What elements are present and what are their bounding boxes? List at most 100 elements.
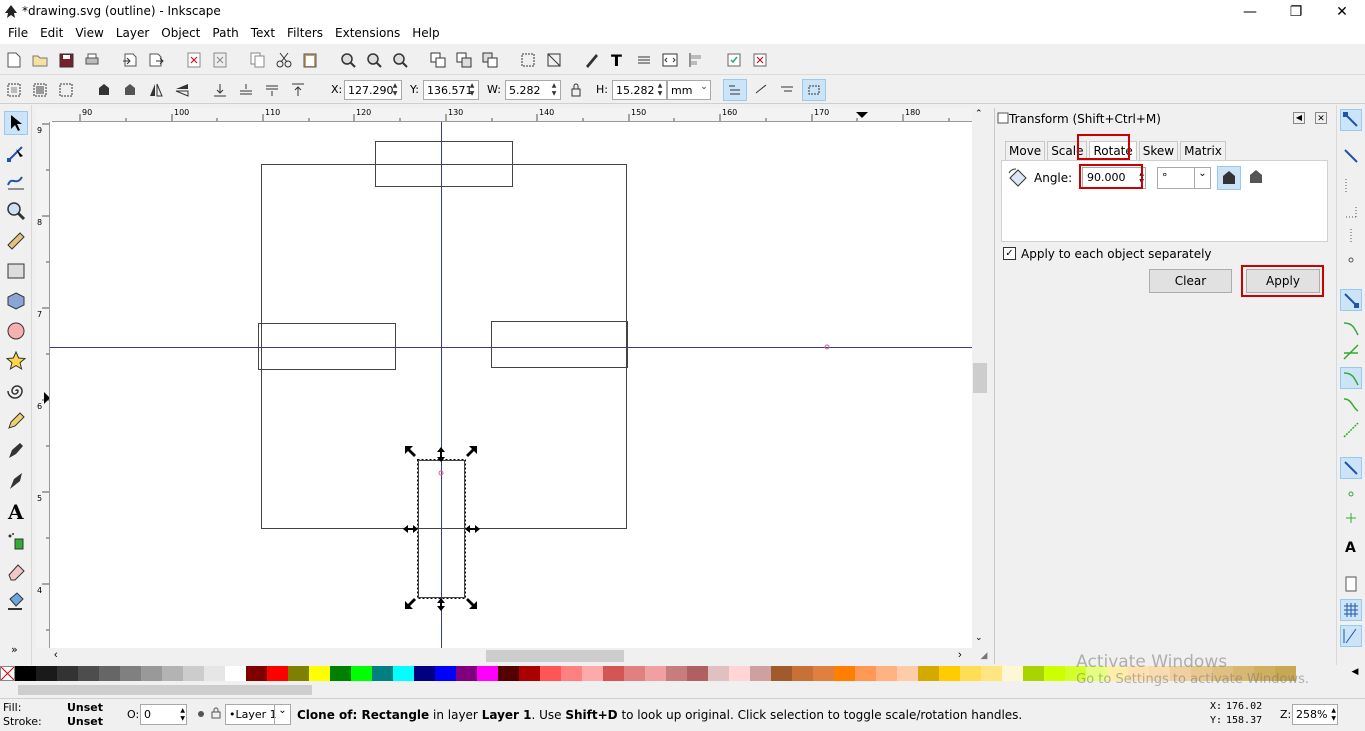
scale-corners-toggle[interactable] bbox=[750, 79, 774, 101]
color-swatch[interactable] bbox=[225, 666, 246, 681]
horizontal-ruler[interactable]: 90 100 110 120 130 140 150 160 170 180 bbox=[52, 108, 972, 122]
color-swatch[interactable] bbox=[813, 666, 834, 681]
zoom-selection-icon[interactable] bbox=[338, 50, 358, 70]
lock-icon[interactable] bbox=[566, 80, 586, 100]
color-swatch[interactable] bbox=[750, 666, 771, 681]
layer-select[interactable]: •Layer 1 ⌄ bbox=[225, 704, 291, 725]
color-swatch[interactable] bbox=[561, 666, 582, 681]
color-swatch[interactable] bbox=[519, 666, 540, 681]
drawing-canvas[interactable] bbox=[50, 122, 972, 648]
new-document-icon[interactable] bbox=[4, 50, 24, 70]
angle-unit-select[interactable]: ° ⌄ bbox=[1157, 167, 1211, 189]
color-swatch[interactable] bbox=[645, 666, 666, 681]
ellipse-tool-icon[interactable] bbox=[4, 319, 28, 343]
layer-lock-icon[interactable] bbox=[211, 707, 221, 722]
paste-icon[interactable] bbox=[300, 50, 320, 70]
menu-view[interactable]: View bbox=[75, 24, 109, 44]
maximize-button[interactable]: ❐ bbox=[1273, 0, 1319, 24]
save-icon[interactable] bbox=[56, 50, 76, 70]
document-properties-icon[interactable] bbox=[750, 50, 770, 70]
menu-filters[interactable]: Filters bbox=[287, 24, 329, 44]
flip-horizontal-icon[interactable] bbox=[146, 80, 166, 100]
snap-bbox-corner-icon[interactable] bbox=[1340, 201, 1362, 223]
color-swatch[interactable] bbox=[1023, 666, 1044, 681]
deselect-icon[interactable] bbox=[56, 80, 76, 100]
opacity-input[interactable]: 0 ▲ ▼ bbox=[140, 704, 187, 725]
toolbox-overflow-icon[interactable]: » bbox=[11, 643, 18, 656]
stroke-value[interactable]: Unset bbox=[67, 715, 103, 728]
export-icon[interactable] bbox=[146, 50, 166, 70]
menu-file[interactable]: File bbox=[8, 24, 34, 44]
clear-button[interactable]: Clear bbox=[1149, 269, 1232, 293]
no-paint-swatch[interactable] bbox=[0, 666, 15, 681]
select-all-layers-icon[interactable] bbox=[30, 80, 50, 100]
scroll-right-arrow[interactable]: › bbox=[958, 649, 962, 661]
rotate-cw-icon[interactable] bbox=[120, 80, 140, 100]
xml-editor-icon[interactable] bbox=[660, 50, 680, 70]
snap-intersection-icon[interactable] bbox=[1340, 341, 1362, 363]
cut-icon[interactable] bbox=[274, 50, 294, 70]
horizontal-scrollbar[interactable]: ‹ › bbox=[50, 648, 972, 664]
copy-icon[interactable] bbox=[248, 50, 268, 70]
tab-matrix[interactable]: Matrix bbox=[1180, 141, 1226, 160]
selector-tool-icon[interactable] bbox=[4, 111, 28, 135]
horizontal-scroll-thumb[interactable] bbox=[486, 650, 624, 662]
snap-bbox-edge-icon[interactable] bbox=[1340, 175, 1362, 197]
snap-bbox-midpoint-icon[interactable] bbox=[1340, 225, 1362, 247]
opacity-spin-arrows[interactable]: ▲ ▼ bbox=[180, 707, 185, 723]
snap-midpoints-icon[interactable] bbox=[1340, 419, 1362, 441]
color-swatch[interactable] bbox=[456, 666, 477, 681]
flip-vertical-icon[interactable] bbox=[172, 80, 192, 100]
snap-page-border-icon[interactable] bbox=[1340, 573, 1362, 595]
raise-to-top-icon[interactable] bbox=[288, 80, 308, 100]
zoom-tool-icon[interactable] bbox=[4, 199, 28, 223]
fill-stroke-icon[interactable] bbox=[582, 50, 602, 70]
raise-icon[interactable] bbox=[262, 80, 282, 100]
menu-layer[interactable]: Layer bbox=[116, 24, 155, 44]
menu-object[interactable]: Object bbox=[161, 24, 206, 44]
color-swatch[interactable] bbox=[624, 666, 645, 681]
snap-object-center-icon[interactable] bbox=[1340, 483, 1362, 505]
x-spin-arrows[interactable]: ▲ ▼ bbox=[390, 82, 400, 98]
w-input[interactable]: 5.282 ▲ ▼ bbox=[505, 80, 561, 100]
menu-path[interactable]: Path bbox=[212, 24, 244, 44]
zoom-spin-arrows[interactable]: ▲ ▼ bbox=[1331, 707, 1336, 723]
vertical-scrollbar[interactable]: ⌃ ⌄ bbox=[972, 108, 988, 648]
w-spin-arrows[interactable]: ▲ ▼ bbox=[549, 82, 559, 98]
snap-cusp-icon[interactable] bbox=[1340, 367, 1362, 389]
color-swatch[interactable] bbox=[477, 666, 498, 681]
color-swatch[interactable] bbox=[771, 666, 792, 681]
zoom-drawing-icon[interactable] bbox=[364, 50, 384, 70]
snap-paths-icon[interactable] bbox=[1340, 317, 1362, 339]
rotate-ccw-icon[interactable] bbox=[94, 80, 114, 100]
color-swatch[interactable] bbox=[582, 666, 603, 681]
vertical-scroll-thumb[interactable] bbox=[973, 363, 987, 393]
color-swatch[interactable] bbox=[57, 666, 78, 681]
fill-value[interactable]: Unset bbox=[67, 701, 103, 714]
scale-stroke-toggle[interactable] bbox=[723, 79, 747, 101]
color-swatch[interactable] bbox=[393, 666, 414, 681]
color-swatch[interactable] bbox=[183, 666, 204, 681]
color-swatch[interactable] bbox=[435, 666, 456, 681]
print-icon[interactable] bbox=[82, 50, 102, 70]
scroll-left-arrow[interactable]: ‹ bbox=[54, 649, 58, 661]
menu-edit[interactable]: Edit bbox=[40, 24, 69, 44]
snap-others-icon[interactable] bbox=[1340, 457, 1362, 479]
tweak-tool-icon[interactable] bbox=[4, 169, 28, 193]
palette-menu-icon[interactable]: ◀ bbox=[1345, 666, 1365, 681]
palette-scroll-thumb[interactable] bbox=[18, 685, 312, 695]
duplicate-icon[interactable] bbox=[428, 50, 448, 70]
group-icon[interactable] bbox=[518, 50, 538, 70]
node-tool-icon[interactable] bbox=[4, 141, 28, 165]
zoom-input[interactable]: 258% ▲ ▼ bbox=[1292, 704, 1338, 725]
rotate-cw-toggle-icon[interactable] bbox=[1245, 166, 1269, 190]
scroll-up-arrow[interactable]: ⌃ bbox=[975, 108, 983, 119]
y-input[interactable]: 136.571 ▲ ▼ bbox=[423, 80, 479, 100]
color-swatch[interactable] bbox=[15, 666, 36, 681]
unit-select[interactable]: mm ⌄ bbox=[667, 80, 711, 100]
h-input[interactable]: 15.282 ▲ ▼ bbox=[612, 80, 667, 100]
layer-visibility-icon[interactable] bbox=[195, 708, 207, 723]
apply-each-checkbox[interactable]: ✓ bbox=[1003, 247, 1016, 260]
ungroup-icon[interactable] bbox=[544, 50, 564, 70]
color-swatch[interactable] bbox=[99, 666, 120, 681]
